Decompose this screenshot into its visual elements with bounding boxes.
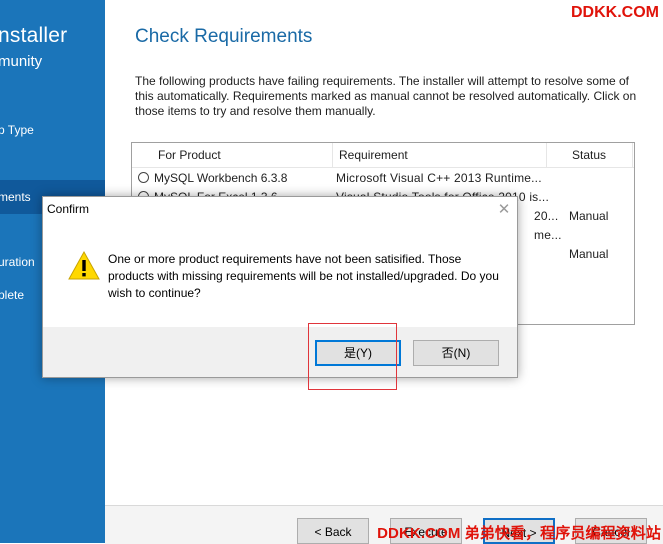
table-header: For Product Requirement Status [132, 143, 634, 168]
sidebar-item-label: ments [0, 190, 31, 204]
dialog-title: Confirm [47, 202, 90, 216]
dialog-message: One or more product requirements have no… [108, 252, 499, 300]
sidebar-item-complete[interactable]: plete [0, 288, 24, 302]
sidebar-item-label: p Type [0, 123, 34, 137]
table-row[interactable]: MySQL Workbench 6.3.8 Microsoft Visual C… [132, 169, 634, 188]
requirements-description: The following products have failing requ… [135, 74, 637, 118]
page-title: Check Requirements [135, 26, 313, 47]
sidebar-item-setup-type[interactable]: p Type [0, 123, 34, 137]
row-status: Manual [569, 209, 609, 223]
sidebar-item-label: plete [0, 288, 25, 302]
row-radio-button[interactable] [138, 172, 149, 183]
sidebar-title: nstaller [0, 24, 68, 47]
row-product: MySQL Workbench 6.3.8 [154, 171, 288, 185]
column-separator[interactable] [546, 143, 547, 167]
back-button[interactable]: < Back [297, 518, 369, 544]
dialog-footer: 是(Y) 否(N) [43, 327, 517, 377]
yes-button[interactable]: 是(Y) [315, 340, 401, 366]
watermark-top: DDKK.COM [571, 4, 659, 21]
row-requirement: Microsoft Visual C++ 2013 Runtime... [336, 171, 542, 185]
column-separator[interactable] [332, 143, 333, 167]
confirm-dialog: Confirm ✕ One or more product requiremen… [42, 196, 518, 378]
warning-icon [68, 250, 100, 280]
dialog-titlebar[interactable]: Confirm ✕ [43, 197, 517, 225]
row-requirement: 20... [534, 209, 559, 223]
close-icon[interactable]: ✕ [493, 199, 515, 221]
no-button[interactable]: 否(N) [413, 340, 499, 366]
sidebar-item-label: uration [0, 255, 35, 269]
watermark-bottom: DDKK.COM 弟弟快看，程序员编程资料站 [377, 525, 661, 542]
column-header-status[interactable]: Status [572, 148, 606, 162]
column-separator[interactable] [632, 143, 633, 167]
column-header-requirement[interactable]: Requirement [339, 148, 408, 162]
row-status: Manual [569, 247, 609, 261]
sidebar-item-configuration[interactable]: uration [0, 255, 35, 269]
sidebar-subtitle: munity [0, 53, 43, 70]
column-header-product[interactable]: For Product [158, 148, 221, 162]
row-requirement: me... [534, 228, 562, 242]
